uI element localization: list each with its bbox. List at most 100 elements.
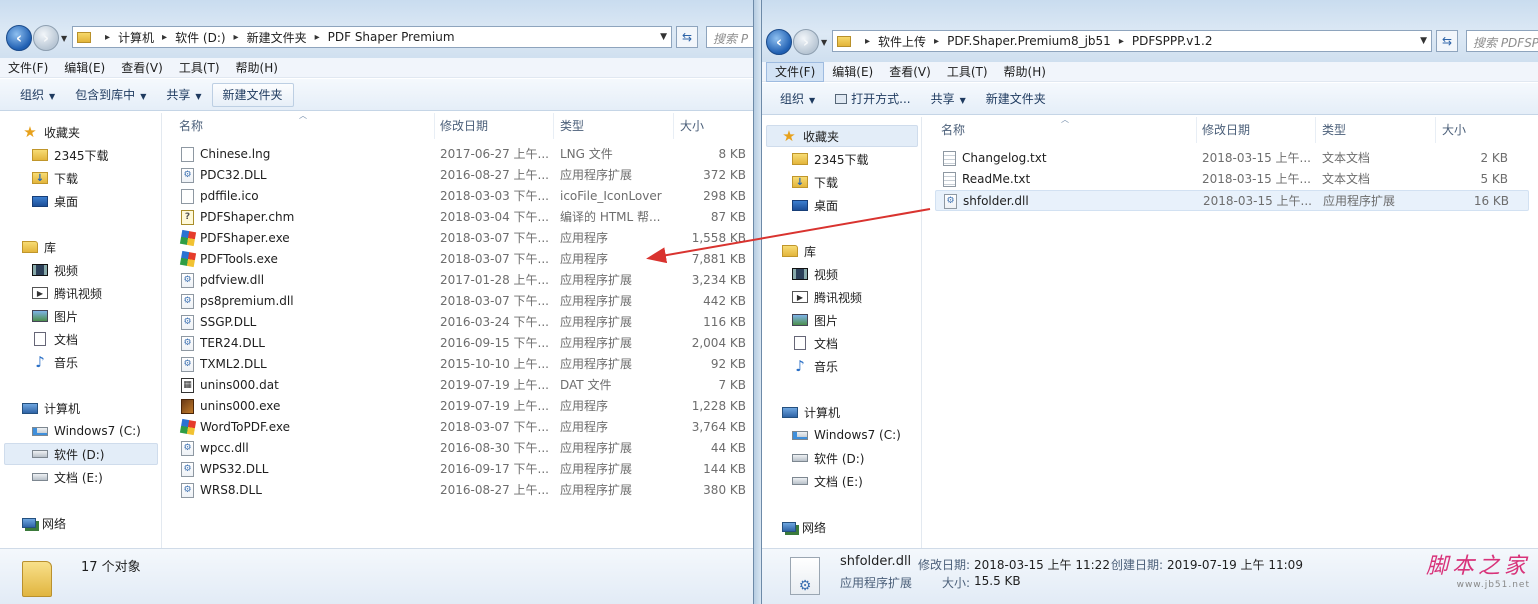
nav-music[interactable]: ♪ 音乐 <box>32 351 78 373</box>
nav-libraries[interactable]: 库 <box>782 240 816 262</box>
table-row[interactable]: ? PDFShaper.chm 2018-03-04 下午... 编译的 HTML 帮… <box>173 207 753 228</box>
menu-tools[interactable]: 工具(T) <box>171 58 228 78</box>
nav-documents[interactable]: 文档 <box>32 328 78 350</box>
column-name[interactable]: 名称 <box>173 113 435 139</box>
table-row[interactable]: ▦ unins000.dat 2019-07-19 上午... DAT 文件 7 KB <box>173 375 753 396</box>
column-type[interactable]: 类型 <box>1316 117 1436 143</box>
table-row[interactable]: ⚙ PDC32.DLL 2016-08-27 上午... 应用程序扩展 372 KB <box>173 165 753 186</box>
table-row[interactable]: Chinese.lng 2017-06-27 上午... LNG 文件 8 KB <box>173 144 753 165</box>
nav-tencent-video[interactable]: ▶ 腾讯视频 <box>792 286 862 308</box>
nav-2345-downloads[interactable]: 2345下载 <box>792 148 869 170</box>
back-arrow-icon[interactable]: ‹ <box>6 25 32 51</box>
forward-arrow-icon[interactable]: › <box>793 29 819 55</box>
menu-help[interactable]: 帮助(H) <box>996 62 1054 82</box>
dll-file-icon: ⚙ <box>181 483 194 498</box>
refresh-icon[interactable]: ⇆ <box>676 26 698 48</box>
menu-view[interactable]: 查看(V) <box>113 58 171 78</box>
nav-drive-e[interactable]: 文档 (E:) <box>32 466 103 488</box>
breadcrumb-item[interactable]: 计算机 <box>118 29 154 46</box>
nav-desktop[interactable]: 桌面 <box>792 194 838 216</box>
address-bar[interactable]: ▸ 计算机 ▸ 软件 (D:) ▸ 新建文件夹 ▸ PDF Shaper Pre… <box>72 26 672 48</box>
menu-help[interactable]: 帮助(H) <box>228 58 286 78</box>
column-size[interactable]: 大小 <box>674 113 753 139</box>
breadcrumb-item[interactable]: 软件 (D:) <box>175 29 225 46</box>
nav-documents[interactable]: 文档 <box>792 332 838 354</box>
nav-network[interactable]: 网络 <box>22 512 66 534</box>
menu-edit[interactable]: 编辑(E) <box>824 62 881 82</box>
nav-drive-d[interactable]: 软件 (D:) <box>792 447 864 469</box>
nav-pictures[interactable]: 图片 <box>792 309 838 331</box>
open-with-button[interactable]: 打开方式... <box>825 87 920 111</box>
open-with-icon <box>835 93 848 104</box>
table-row[interactable]: ⚙ WRS8.DLL 2016-08-27 上午... 应用程序扩展 380 KB <box>173 480 753 501</box>
nav-computer[interactable]: 计算机 <box>782 401 840 423</box>
table-row[interactable]: ⚙ WPS32.DLL 2016-09-17 下午... 应用程序扩展 144 KB <box>173 459 753 480</box>
table-row[interactable]: ⚙ ps8premium.dll 2018-03-07 下午... 应用程序扩展 442… <box>173 291 753 312</box>
table-row[interactable]: PDFTools.exe 2018-03-07 下午... 应用程序 7,881 KB <box>173 249 753 270</box>
table-row[interactable]: unins000.exe 2019-07-19 上午... 应用程序 1,228 KB <box>173 396 753 417</box>
share-button[interactable]: 共享 ▼ <box>921 87 976 111</box>
nav-videos[interactable]: 视频 <box>32 259 78 281</box>
table-row[interactable]: ⚙ wpcc.dll 2016-08-30 下午... 应用程序扩展 44 KB <box>173 438 753 459</box>
new-folder-button[interactable]: 新建文件夹 <box>976 87 1056 111</box>
column-name[interactable]: 名称 <box>935 117 1197 143</box>
organize-button[interactable]: 组织 ▼ <box>770 87 825 111</box>
nav-music[interactable]: ♪ 音乐 <box>792 355 838 377</box>
nav-favorites[interactable]: ★ 收藏夹 <box>22 121 80 143</box>
nav-favorites[interactable]: ★ 收藏夹 <box>766 125 918 147</box>
refresh-icon[interactable]: ⇆ <box>1436 30 1458 52</box>
table-row[interactable]: ⚙ pdfview.dll 2017-01-28 上午... 应用程序扩展 3,234 … <box>173 270 753 291</box>
breadcrumb-item[interactable]: PDF Shaper Premium <box>328 30 455 44</box>
recent-pages-chevron-icon[interactable]: ▼ <box>61 34 67 43</box>
menu-file[interactable]: 文件(F) <box>766 61 825 82</box>
table-row[interactable]: ⚙ SSGP.DLL 2016-03-24 下午... 应用程序扩展 116 KB <box>173 312 753 333</box>
column-date[interactable]: 修改日期 <box>434 113 554 139</box>
nav-pictures[interactable]: 图片 <box>32 305 78 327</box>
menu-view[interactable]: 查看(V) <box>881 62 939 82</box>
nav-drive-c[interactable]: Windows7 (C:) <box>32 420 141 442</box>
nav-drive-d[interactable]: 软件 (D:) <box>4 443 158 465</box>
table-row[interactable]: ⚙ TXML2.DLL 2015-10-10 上午... 应用程序扩展 92 KB <box>173 354 753 375</box>
organize-button[interactable]: 组织 ▼ <box>10 83 65 107</box>
recent-pages-chevron-icon[interactable]: ▼ <box>821 38 827 47</box>
back-arrow-icon[interactable]: ‹ <box>766 29 792 55</box>
menu-file[interactable]: 文件(F) <box>0 58 56 78</box>
nav-network[interactable]: 网络 <box>782 516 826 538</box>
nav-libraries[interactable]: 库 <box>22 236 56 258</box>
share-button[interactable]: 共享 ▼ <box>156 83 211 107</box>
nav-tencent-video[interactable]: ▶ 腾讯视频 <box>32 282 102 304</box>
nav-downloads[interactable]: ↓ 下载 <box>792 171 838 193</box>
table-row[interactable]: ⚙ TER24.DLL 2016-09-15 下午... 应用程序扩展 2,004 KB <box>173 333 753 354</box>
breadcrumb-item[interactable]: PDF.Shaper.Premium8_jb51 <box>947 34 1111 48</box>
search-input[interactable]: 搜索 P <box>706 26 753 48</box>
column-size[interactable]: 大小 <box>1436 117 1516 143</box>
nav-computer[interactable]: 计算机 <box>22 397 80 419</box>
table-row[interactable]: PDFShaper.exe 2018-03-07 下午... 应用程序 1,558 K… <box>173 228 753 249</box>
address-dropdown-icon[interactable]: ▼ <box>660 32 667 42</box>
table-row[interactable]: WordToPDF.exe 2018-03-07 下午... 应用程序 3,764 K… <box>173 417 753 438</box>
nav-drive-e[interactable]: 文档 (E:) <box>792 470 863 492</box>
column-date[interactable]: 修改日期 <box>1196 117 1316 143</box>
forward-arrow-icon[interactable]: › <box>33 25 59 51</box>
nav-desktop[interactable]: 桌面 <box>32 190 78 212</box>
breadcrumb-item[interactable]: 新建文件夹 <box>247 29 307 46</box>
nav-2345-downloads[interactable]: 2345下载 <box>32 144 109 166</box>
address-bar[interactable]: ▸ 软件上传 ▸ PDF.Shaper.Premium8_jb51 ▸ PDFS… <box>832 30 1432 52</box>
nav-videos[interactable]: 视频 <box>792 263 838 285</box>
table-row[interactable]: pdffile.ico 2018-03-03 下午... icoFile_IconL… <box>173 186 753 207</box>
include-in-library-button[interactable]: 包含到库中 ▼ <box>65 83 156 107</box>
column-type[interactable]: 类型 <box>554 113 674 139</box>
menu-edit[interactable]: 编辑(E) <box>56 58 113 78</box>
table-row[interactable]: ReadMe.txt 2018-03-15 上午... 文本文档 5 KB <box>935 169 1529 190</box>
table-row[interactable]: Changelog.txt 2018-03-15 上午... 文本文档 2 KB <box>935 148 1529 169</box>
search-input[interactable]: 搜索 PDFSPPP <box>1466 30 1538 52</box>
nav-drive-c[interactable]: Windows7 (C:) <box>792 424 901 446</box>
breadcrumb-item[interactable]: 软件上传 <box>878 33 926 50</box>
address-dropdown-icon[interactable]: ▼ <box>1420 36 1427 46</box>
menu-tools[interactable]: 工具(T) <box>939 62 996 82</box>
new-folder-button[interactable]: 新建文件夹 <box>211 82 294 107</box>
breadcrumb-item[interactable]: PDFSPPP.v1.2 <box>1132 34 1213 48</box>
table-row[interactable]: ⚙ shfolder.dll 2018-03-15 上午... 应用程序扩展 16 KB <box>935 190 1529 211</box>
download-folder-icon: ↓ <box>792 176 808 188</box>
nav-downloads[interactable]: ↓ 下载 <box>32 167 78 189</box>
